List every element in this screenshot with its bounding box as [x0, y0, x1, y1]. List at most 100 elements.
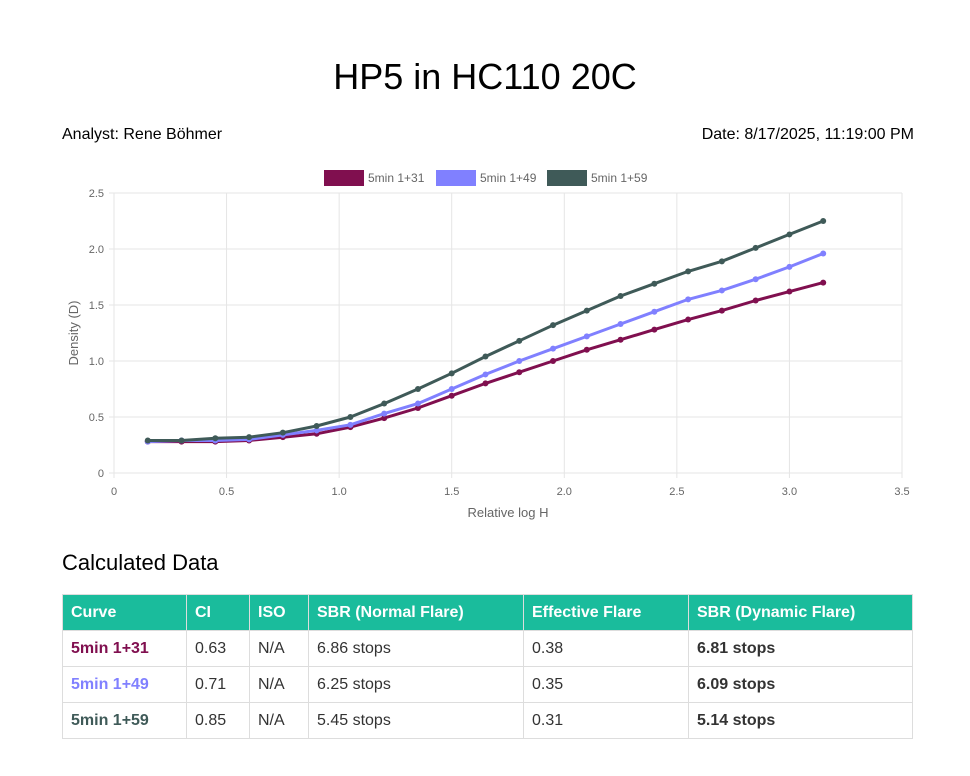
series-line: [147, 219, 824, 442]
cell-curve: 5min 1+49: [62, 666, 187, 703]
legend-item[interactable]: 5min 1+59: [547, 170, 648, 186]
y-axis-label: Density (D): [66, 300, 81, 365]
data-point: [820, 279, 827, 286]
legend-item[interactable]: 5min 1+31: [324, 170, 425, 186]
cell-sbr-normal: 6.25 stops: [308, 666, 524, 703]
header-effective-flare[interactable]: Effective Flare: [523, 594, 689, 631]
density-chart: 0 0.5 1.0 1.5 2.0 2.5 3.0 3.5 0 0.5 1.0 1.5 2.0 2.5 5…: [66, 170, 910, 520]
x-tick-label: 1.0: [331, 486, 346, 498]
cell-sbr-dynamic: 6.09 stops: [688, 666, 913, 703]
data-point: [786, 263, 793, 270]
section-title: Calculated Data: [62, 550, 219, 575]
cell-effective-flare: 0.31: [523, 702, 689, 739]
data-point: [279, 429, 286, 436]
table-row: 5min 1+59 0.85 N/A 5.45 stops 0.31 5.14 …: [62, 702, 913, 739]
x-tick-label: 2.0: [557, 486, 572, 498]
data-point: [786, 288, 793, 295]
legend-label: 5min 1+31: [368, 171, 425, 185]
y-tick-label: 0: [98, 468, 104, 480]
x-tick-label: 2.5: [669, 486, 684, 498]
data-point: [516, 358, 523, 364]
data-point: [617, 293, 624, 300]
cell-sbr-normal: 6.86 stops: [308, 630, 524, 667]
data-point: [516, 337, 523, 344]
x-tick-label: 3.5: [894, 486, 909, 498]
data-point: [482, 371, 489, 378]
x-axis-label: Relative log H: [468, 505, 549, 520]
y-tick-label: 2.5: [89, 188, 104, 200]
data-point: [482, 380, 489, 387]
data-point: [651, 326, 658, 333]
data-point: [583, 333, 590, 340]
analyst-label: Analyst: Rene Böhmer: [62, 126, 223, 143]
cell-effective-flare: 0.35: [523, 666, 689, 703]
data-point: [820, 218, 827, 224]
header-ci[interactable]: CI: [186, 594, 250, 631]
data-point: [752, 244, 759, 251]
y-tick-label: 0.5: [89, 412, 104, 424]
cell-curve: 5min 1+59: [62, 702, 187, 739]
data-point: [718, 258, 725, 265]
cell-iso: N/A: [249, 630, 309, 667]
legend-swatch: [547, 170, 587, 186]
data-point: [786, 231, 793, 238]
data-point: [381, 400, 388, 407]
data-point: [752, 297, 759, 304]
data-point: [144, 437, 151, 444]
cell-curve: 5min 1+31: [62, 630, 187, 667]
data-point: [617, 336, 624, 343]
data-point: [718, 287, 725, 294]
cell-sbr-normal: 5.45 stops: [308, 702, 524, 739]
data-point: [178, 437, 185, 444]
cell-ci: 0.71: [186, 666, 250, 703]
legend-swatch: [436, 170, 476, 186]
data-point: [718, 307, 725, 314]
data-point: [448, 386, 455, 392]
x-tick-label: 0.5: [219, 486, 234, 498]
data-point: [651, 280, 658, 287]
data-point: [685, 296, 692, 303]
table-row: 5min 1+31 0.63 N/A 6.86 stops 0.38 6.81 …: [62, 630, 913, 667]
page-title: HP5 in HC110 20C: [333, 56, 637, 97]
data-point: [381, 410, 388, 417]
y-tick-label: 2.0: [89, 244, 104, 256]
data-point: [246, 434, 253, 441]
data-point: [550, 322, 557, 329]
series-line: [147, 252, 824, 444]
data-point: [347, 421, 354, 428]
cell-sbr-dynamic: 5.14 stops: [688, 702, 913, 739]
data-point: [448, 370, 455, 377]
series-line: [147, 281, 824, 444]
y-tick-label: 1.0: [89, 356, 104, 368]
cell-effective-flare: 0.38: [523, 630, 689, 667]
header-curve[interactable]: Curve: [62, 594, 187, 631]
data-point: [752, 276, 759, 283]
cell-iso: N/A: [249, 702, 309, 739]
legend-item[interactable]: 5min 1+49: [436, 170, 537, 186]
header-sbr-dynamic[interactable]: SBR (Dynamic Flare): [688, 594, 913, 631]
data-point: [313, 422, 320, 429]
data-point: [212, 435, 219, 442]
chart-series: [144, 218, 827, 445]
data-point: [550, 358, 557, 364]
data-point: [583, 307, 590, 314]
data-point: [820, 250, 827, 257]
x-tick-label: 3.0: [782, 486, 797, 498]
data-point: [414, 400, 421, 407]
chart-legend[interactable]: 5min 1+31 5min 1+49 5min 1+59: [324, 170, 648, 186]
data-point: [516, 369, 523, 376]
data-point: [651, 308, 658, 315]
data-point: [347, 414, 354, 420]
data-point: [414, 386, 421, 392]
header-sbr-normal[interactable]: SBR (Normal Flare): [308, 594, 524, 631]
table-row: 5min 1+49 0.71 N/A 6.25 stops 0.35 6.09 …: [62, 666, 913, 703]
legend-swatch: [324, 170, 364, 186]
cell-ci: 0.63: [186, 630, 250, 667]
data-point: [685, 268, 692, 275]
data-point: [550, 345, 557, 352]
header-iso[interactable]: ISO: [249, 594, 309, 631]
calculated-data-table: Curve CI ISO SBR (Normal Flare) Effectiv…: [62, 594, 913, 739]
x-tick-label: 1.5: [444, 486, 459, 498]
y-tick-label: 1.5: [89, 300, 104, 312]
x-tick-label: 0: [111, 486, 117, 498]
